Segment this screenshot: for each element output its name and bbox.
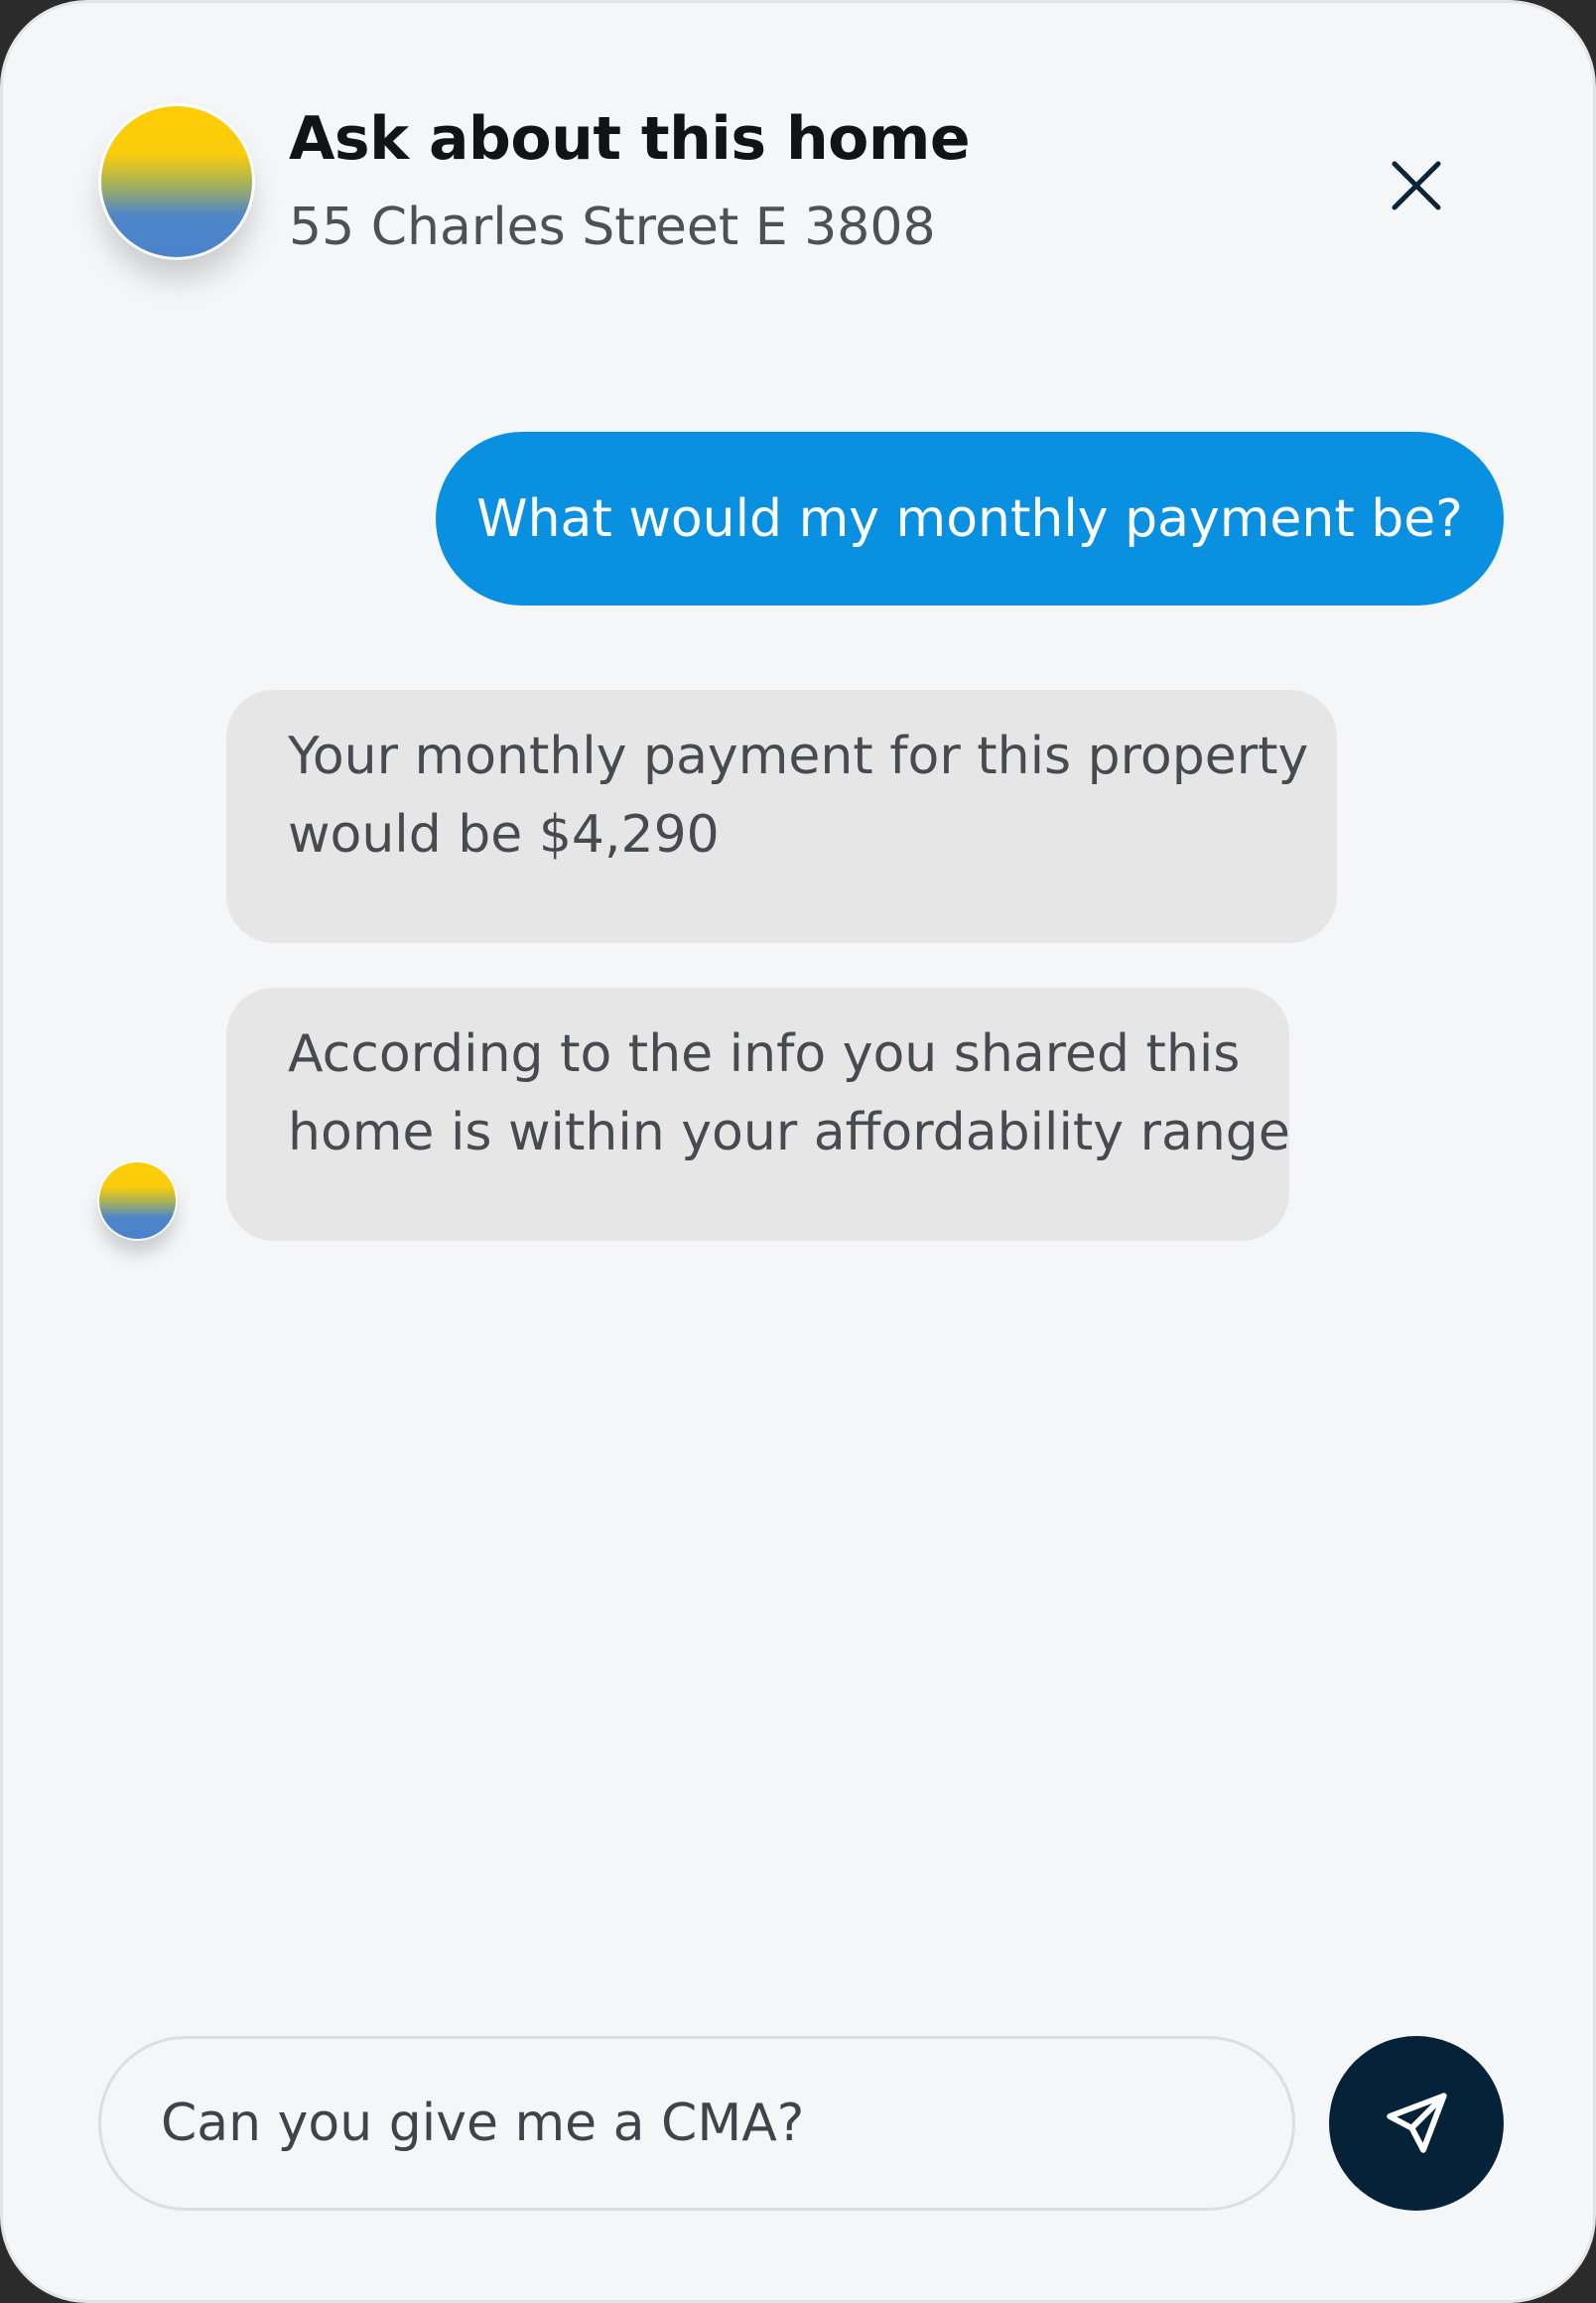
message-input-container[interactable] <box>98 2036 1295 2211</box>
assistant-avatar <box>101 106 252 257</box>
assistant-avatar-small <box>99 1162 176 1239</box>
message-line: would be $4,290 <box>288 805 720 865</box>
message-line: According to the info you shared this <box>288 1024 1241 1084</box>
message-line: home is within your affordability range <box>288 1103 1290 1162</box>
user-message: What would my monthly payment be? <box>436 432 1504 606</box>
chat-title: Ask about this home <box>289 104 971 174</box>
close-button[interactable] <box>1379 148 1454 223</box>
chat-panel: Ask about this home 55 Charles Street E … <box>0 0 1596 2303</box>
assistant-message: Your monthly payment for this property w… <box>226 690 1337 943</box>
message-line: Your monthly payment for this property <box>288 727 1309 786</box>
send-icon <box>1387 2093 1447 2153</box>
assistant-message: According to the info you shared this ho… <box>226 988 1290 1241</box>
close-icon <box>1392 161 1441 210</box>
send-button[interactable] <box>1329 2036 1504 2211</box>
property-address: 55 Charles Street E 3808 <box>289 198 936 257</box>
message-input[interactable] <box>161 2039 1233 2208</box>
